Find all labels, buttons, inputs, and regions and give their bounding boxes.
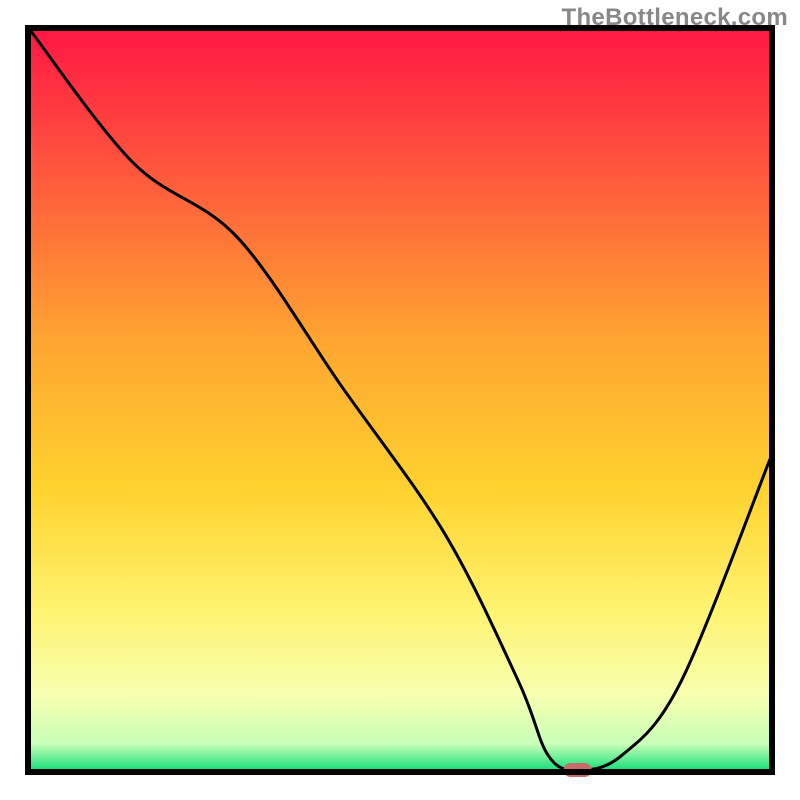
watermark-text: TheBottleneck.com — [562, 4, 788, 32]
plot-background — [30, 30, 770, 770]
bottleneck-chart — [0, 0, 800, 800]
plot-area — [28, 28, 772, 777]
